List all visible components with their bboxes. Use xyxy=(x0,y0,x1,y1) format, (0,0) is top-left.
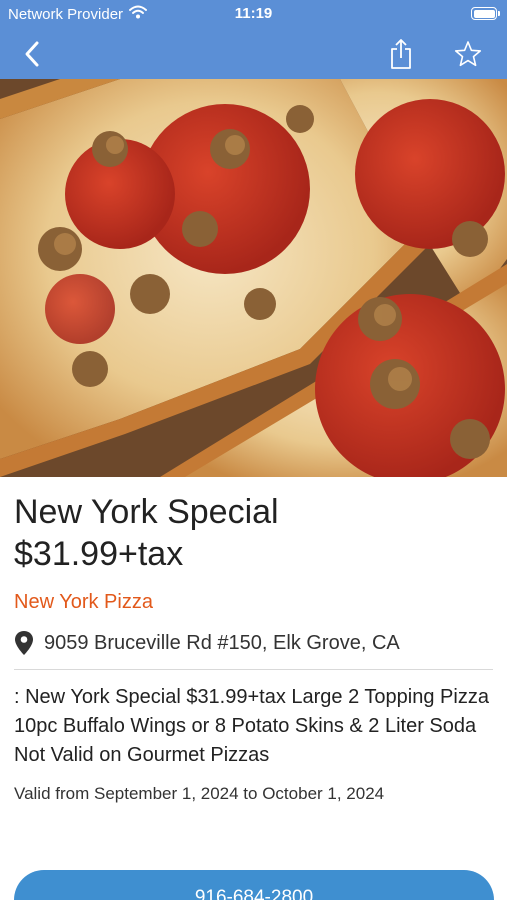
address-text: 9059 Bruceville Rd #150, Elk Grove, CA xyxy=(44,631,400,654)
battery-fill xyxy=(473,9,495,18)
share-icon xyxy=(391,39,411,69)
nav-bar xyxy=(0,28,507,79)
restaurant-link[interactable]: New York Pizza xyxy=(14,591,493,614)
star-outline-icon xyxy=(454,41,482,67)
deal-details: New York Special $31.99+tax New York Piz… xyxy=(0,477,507,804)
map-pin-icon xyxy=(15,631,33,655)
chevron-left-icon xyxy=(25,41,39,67)
address-row[interactable]: 9059 Bruceville Rd #150, Elk Grove, CA xyxy=(14,630,493,656)
deal-price: $31.99+tax xyxy=(14,535,184,573)
favorite-button[interactable] xyxy=(450,36,486,72)
deal-photo xyxy=(0,79,507,477)
divider xyxy=(14,669,493,670)
battery-nub xyxy=(498,11,500,16)
deal-title: New York Special xyxy=(14,493,279,531)
phone-number: 916-684-2800 xyxy=(194,887,314,900)
share-button[interactable] xyxy=(383,36,419,72)
battery-icon xyxy=(471,7,500,20)
validity-dates: Valid from September 1, 2024 to October … xyxy=(14,784,385,803)
deal-description: : New York Special $31.99+tax Large 2 To… xyxy=(14,686,489,766)
call-button[interactable]: 916-684-2800 xyxy=(14,870,494,900)
app-header: Network Provider 11:19 xyxy=(0,0,507,79)
status-bar: Network Provider 11:19 xyxy=(0,0,507,28)
status-time: 11:19 xyxy=(234,5,273,22)
back-button[interactable] xyxy=(14,36,50,72)
